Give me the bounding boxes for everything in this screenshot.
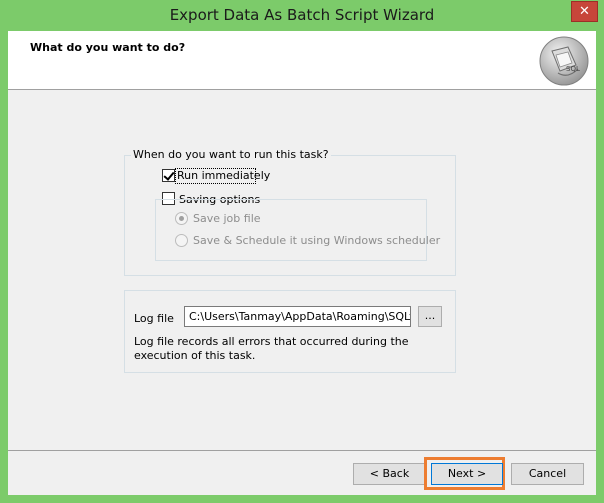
- run-task-legend: When do you want to run this task?: [131, 148, 331, 161]
- wizard-body: What do you want to do? SQL When do you …: [8, 31, 596, 495]
- page-title: What do you want to do?: [30, 41, 186, 54]
- run-immediately-label[interactable]: Run immediately: [177, 169, 270, 182]
- back-button[interactable]: < Back: [353, 463, 426, 485]
- log-file-input[interactable]: C:\Users\Tanmay\AppData\Roaming\SQLyog\: [184, 306, 411, 327]
- log-file-group: Log file C:\Users\Tanmay\AppData\Roaming…: [124, 290, 456, 373]
- next-button[interactable]: Next >: [431, 463, 503, 485]
- log-file-description: Log file records all errors that occurre…: [134, 335, 409, 362]
- footer-divider: [8, 450, 596, 451]
- log-file-label: Log file: [134, 312, 174, 325]
- logo-text: SQL: [566, 65, 580, 73]
- cancel-button[interactable]: Cancel: [511, 463, 584, 485]
- run-immediately-checkbox[interactable]: [162, 169, 175, 182]
- browse-button[interactable]: ...: [418, 306, 442, 327]
- title-bar[interactable]: Export Data As Batch Script Wizard ✕: [0, 0, 604, 31]
- wizard-header: What do you want to do? SQL: [8, 31, 596, 90]
- close-button[interactable]: ✕: [571, 1, 598, 22]
- run-task-group: When do you want to run this task? Run i…: [124, 148, 456, 276]
- save-schedule-label[interactable]: Save & Schedule it using Windows schedul…: [193, 234, 440, 247]
- wizard-window: Export Data As Batch Script Wizard ✕ Wha…: [0, 0, 604, 503]
- saving-options-group: Save job file Save & Schedule it using W…: [155, 199, 440, 261]
- save-job-file-label[interactable]: Save job file: [193, 212, 261, 225]
- save-job-file-radio[interactable]: [175, 212, 188, 225]
- close-icon: ✕: [579, 4, 590, 19]
- sql-wizard-icon: SQL: [539, 36, 589, 86]
- window-title: Export Data As Batch Script Wizard: [169, 6, 435, 24]
- save-schedule-radio[interactable]: [175, 234, 188, 247]
